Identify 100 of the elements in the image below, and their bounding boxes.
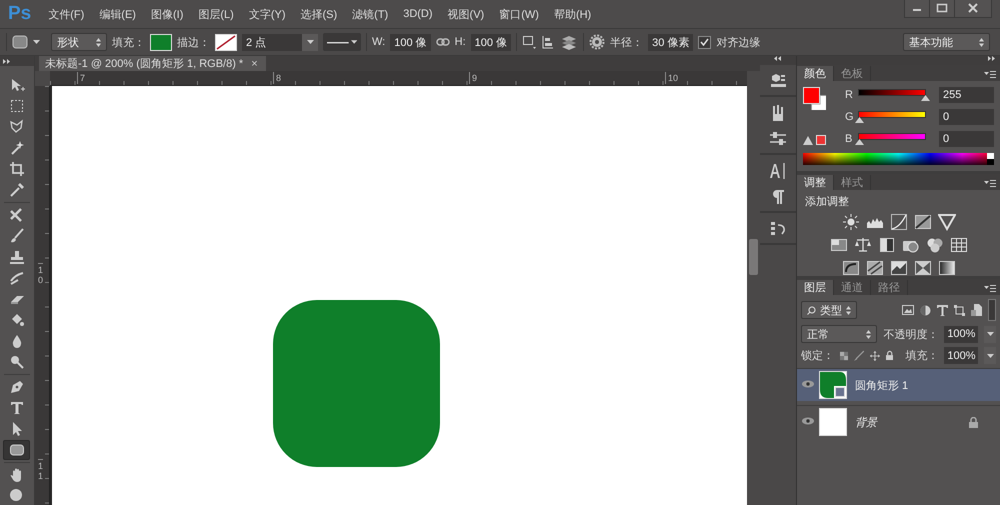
background-swatch[interactable] — [811, 95, 826, 110]
caret-icon — [33, 40, 40, 44]
transform-icon[interactable] — [954, 304, 965, 316]
image-icon[interactable] — [902, 305, 914, 315]
panel-tab[interactable]: 颜色 — [797, 66, 834, 81]
eyedropper-icon — [8, 182, 24, 198]
gamut-swatch[interactable] — [816, 135, 826, 145]
layer-name: 圆角矩形 1 — [855, 378, 910, 392]
workspace-dropdown[interactable]: 基本功能 — [903, 33, 990, 51]
rounded-rectangle-icon[interactable] — [12, 35, 28, 49]
sun-icon[interactable] — [842, 213, 860, 231]
arrange-layers-icon[interactable] — [560, 34, 578, 50]
half-square-icon[interactable] — [878, 236, 896, 254]
checkmark-icon — [700, 38, 710, 46]
three-circles-icon[interactable] — [926, 236, 944, 254]
gradient-square-icon[interactable] — [830, 236, 848, 254]
double-arrow-icon[interactable] — [774, 56, 782, 61]
gear-icon[interactable] — [589, 34, 606, 50]
menu-item[interactable]: 编辑(E) — [94, 4, 141, 24]
menu-item[interactable]: 视图(V) — [442, 4, 490, 24]
line-style-dropdown[interactable] — [323, 33, 361, 51]
panel-tab[interactable]: 调整 — [797, 175, 834, 190]
stroke-swatch[interactable] — [215, 34, 237, 50]
menu-item[interactable]: 文件(F) — [43, 4, 90, 24]
stripes-icon[interactable] — [866, 259, 884, 277]
filter-toggle[interactable] — [988, 299, 996, 321]
foreground-swatch[interactable] — [803, 87, 820, 104]
tool-button[interactable] — [3, 440, 30, 460]
menu-item[interactable]: 文字(Y) — [244, 4, 290, 24]
half-circle-icon[interactable] — [920, 304, 931, 316]
channel-value-field[interactable]: 255 — [939, 87, 994, 103]
channel-label: G — [845, 111, 854, 123]
menu-item[interactable]: 图像(I) — [146, 4, 188, 24]
curve-icon[interactable] — [890, 213, 908, 231]
triangle-icon[interactable] — [938, 213, 956, 231]
fill-label: 填充： — [112, 36, 145, 50]
radius-field[interactable]: 30 像素 — [648, 34, 694, 50]
panel-tab[interactable]: 通道 — [834, 280, 871, 295]
panel-menu-icon[interactable] — [984, 285, 996, 292]
zigzag-square-icon[interactable] — [890, 259, 908, 277]
path-operations-icon[interactable] — [522, 35, 536, 49]
scrollbar-thumb[interactable] — [749, 239, 758, 275]
lock-label: 锁定： — [801, 348, 834, 363]
panel-tab[interactable]: 图层 — [797, 280, 834, 295]
stroke-width-field[interactable]: 2 点 — [242, 34, 318, 50]
panel-tab[interactable]: 色板 — [834, 66, 871, 81]
ruler-label: 9 — [469, 72, 478, 84]
minimize-icon[interactable] — [905, 0, 929, 17]
maximize-icon[interactable] — [929, 0, 954, 17]
document-tab[interactable]: 未标题-1 @ 200% (圆角矩形 1, RGB/8) * × — [39, 56, 266, 71]
exposure-icon[interactable] — [914, 213, 932, 231]
document-icon[interactable] — [971, 304, 982, 316]
slider-thumb-icon[interactable] — [855, 117, 864, 123]
menu-item[interactable]: 图层(L) — [193, 4, 239, 24]
menu-item[interactable]: 帮助(H) — [548, 4, 596, 24]
close-icon[interactable] — [954, 0, 991, 17]
eye-icon[interactable] — [802, 380, 814, 388]
fill-swatch[interactable] — [150, 34, 172, 50]
double-arrow-icon[interactable] — [3, 58, 11, 64]
menu-item[interactable]: 窗口(W) — [494, 4, 544, 24]
panel-tab[interactable]: 样式 — [834, 175, 871, 190]
gradient-icon[interactable] — [938, 259, 956, 277]
slider-thumb-icon[interactable] — [855, 139, 864, 145]
menu-item[interactable]: 滤镜(T) — [347, 4, 394, 24]
panel-menu-icon[interactable] — [984, 71, 996, 78]
layer-row[interactable]: 背景 — [797, 405, 1000, 438]
scales-icon[interactable] — [854, 236, 872, 254]
type-icon[interactable] — [937, 304, 948, 316]
menu-item[interactable]: 选择(S) — [295, 4, 342, 24]
channel-value-field[interactable]: 0 — [939, 109, 994, 125]
slider-thumb-icon[interactable] — [921, 95, 930, 101]
hourglass-square-icon[interactable] — [914, 259, 932, 277]
move-cross-icon[interactable] — [870, 350, 880, 362]
opacity-field[interactable]: 100% — [944, 326, 978, 342]
panel-menu-icon[interactable] — [984, 180, 996, 187]
link-icon[interactable] — [436, 38, 450, 46]
lock-icon[interactable] — [886, 350, 894, 361]
opacity-label: 不透明度： — [883, 328, 938, 342]
channel-value-field[interactable]: 0 — [939, 131, 994, 147]
close-tab-button[interactable]: × — [251, 58, 258, 70]
filter-dropdown[interactable]: 类型 — [801, 301, 857, 319]
layer-row[interactable]: 圆角矩形 1 — [797, 368, 1000, 401]
mode-dropdown[interactable]: 形状 — [51, 33, 107, 51]
panel-tab[interactable]: 路径 — [871, 280, 908, 295]
blend-mode-dropdown[interactable]: 正常 — [801, 325, 878, 343]
lock-icon — [969, 416, 978, 428]
height-field[interactable]: 100 像 — [470, 34, 512, 50]
eye-icon[interactable] — [802, 417, 814, 425]
menu-item[interactable]: 3D(D) — [398, 6, 438, 22]
width-field[interactable]: 100 像 — [390, 34, 431, 50]
fill-field[interactable]: 100% — [944, 347, 978, 364]
align-edges-checkbox[interactable] — [698, 36, 712, 48]
path-alignment-icon[interactable] — [541, 35, 556, 49]
double-arrow-icon[interactable] — [988, 56, 996, 61]
grid-icon[interactable] — [950, 236, 968, 254]
checkerboard-icon[interactable] — [840, 350, 848, 360]
color-spectrum[interactable] — [803, 153, 994, 165]
dodge-icon — [8, 354, 24, 370]
invert-icon[interactable] — [842, 259, 860, 277]
brush-icon[interactable] — [854, 350, 864, 362]
